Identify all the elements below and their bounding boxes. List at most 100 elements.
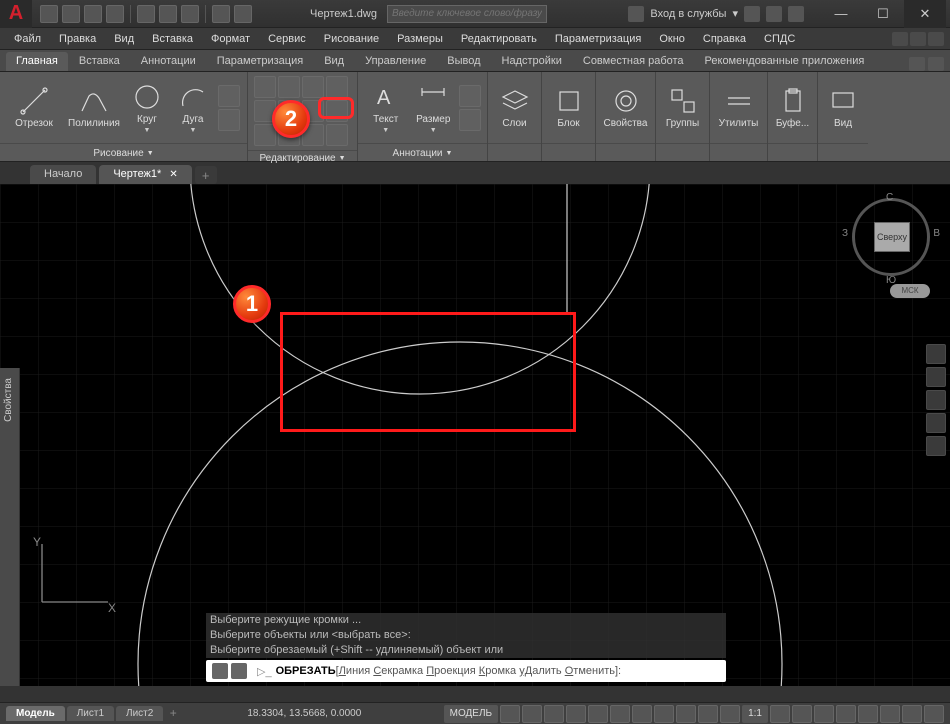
command-line[interactable]: ▷_ ОБРЕЗАТЬ [Линия Секрамка Проекция Кро… [206, 660, 726, 682]
viewcube-face[interactable]: Сверху [874, 222, 910, 252]
tab-featured-apps[interactable]: Рекомендованные приложения [695, 52, 875, 71]
sidebar-properties[interactable]: Свойства [0, 368, 20, 686]
menu-view[interactable]: Вид [106, 31, 142, 47]
ribbon-collapse-icon[interactable] [928, 57, 944, 71]
tool-dimension[interactable]: Размер ▼ [412, 82, 456, 134]
tab-annotate[interactable]: Аннотации [131, 52, 206, 71]
tab-insert[interactable]: Вставка [69, 52, 130, 71]
qat-saveas-icon[interactable] [106, 5, 124, 23]
close-button[interactable]: ✕ [904, 0, 946, 28]
status-cycling-icon[interactable] [698, 705, 718, 723]
status-isodraft-icon[interactable] [588, 705, 608, 723]
status-otrack-icon[interactable] [632, 705, 652, 723]
tool-rotate-icon[interactable] [278, 76, 300, 98]
app-store-icon[interactable] [766, 6, 782, 22]
doc-restore-button[interactable] [910, 32, 926, 46]
menu-file[interactable]: Файл [6, 31, 49, 47]
tool-rectangle-icon[interactable] [218, 85, 240, 107]
tool-line[interactable]: Отрезок [6, 86, 62, 129]
panel-draw-title[interactable]: Рисование▼ [0, 143, 247, 161]
tool-offset-icon[interactable] [326, 124, 348, 146]
cmd-config-icon[interactable] [231, 663, 247, 679]
status-scale[interactable]: 1:1 [742, 705, 768, 723]
status-units-icon[interactable] [792, 705, 812, 723]
tab-output[interactable]: Вывод [437, 52, 490, 71]
menu-spds[interactable]: СПДС [756, 31, 803, 47]
tool-erase-icon[interactable] [326, 76, 348, 98]
status-customize-icon[interactable] [924, 705, 944, 723]
qat-undo-icon[interactable] [159, 5, 177, 23]
status-quickprops-icon[interactable] [814, 705, 834, 723]
tool-hatch-icon[interactable] [218, 109, 240, 131]
menu-parametric[interactable]: Параметризация [547, 31, 649, 47]
login-link[interactable]: Вход в службы [650, 8, 726, 20]
user-icon[interactable] [628, 6, 644, 22]
doc-minimize-button[interactable] [892, 32, 908, 46]
layout-sheet2[interactable]: Лист2 [116, 706, 163, 721]
tool-arc[interactable]: Дуга ▼ [172, 82, 214, 134]
status-hardware-icon[interactable] [880, 705, 900, 723]
tab-manage[interactable]: Управление [355, 52, 436, 71]
ribbon-search-icon[interactable] [909, 57, 925, 71]
tool-clipboard[interactable]: Буфе... [774, 86, 811, 129]
status-transparency-icon[interactable] [676, 705, 696, 723]
doctab-add-button[interactable]: + [195, 166, 217, 184]
menu-draw[interactable]: Рисование [316, 31, 387, 47]
viewcube-west[interactable]: З [842, 228, 848, 239]
tool-move-icon[interactable] [254, 76, 276, 98]
status-model-button[interactable]: МОДЕЛЬ [444, 705, 498, 723]
layout-model[interactable]: Модель [6, 706, 65, 721]
qat-redo-icon[interactable] [181, 5, 199, 23]
cmd-close-icon[interactable] [212, 663, 228, 679]
qat-share-icon[interactable] [212, 5, 230, 23]
status-lineweight-icon[interactable] [654, 705, 674, 723]
tab-collaborate[interactable]: Совместная работа [573, 52, 694, 71]
status-clean-icon[interactable] [902, 705, 922, 723]
layout-sheet1[interactable]: Лист1 [67, 706, 114, 721]
nav-orbit-icon[interactable] [926, 413, 946, 433]
menu-window[interactable]: Окно [651, 31, 693, 47]
drawing-canvas[interactable]: Свойства Сверху С Ю В З МСК Y X Выберите… [0, 184, 950, 686]
tool-circle[interactable]: Круг ▼ [126, 82, 168, 134]
app-logo[interactable]: A [0, 0, 32, 28]
status-isolate-icon[interactable] [858, 705, 878, 723]
tool-properties[interactable]: Свойства [602, 86, 649, 129]
menu-modify[interactable]: Редактировать [453, 31, 545, 47]
menu-dimension[interactable]: Размеры [389, 31, 451, 47]
menu-format[interactable]: Формат [203, 31, 258, 47]
qat-save-icon[interactable] [84, 5, 102, 23]
qat-new-icon[interactable] [40, 5, 58, 23]
tool-leader-icon[interactable] [459, 85, 481, 107]
status-snap-icon[interactable] [522, 705, 542, 723]
panel-modify-title[interactable]: Редактирование▼ [248, 150, 357, 164]
doctab-start[interactable]: Начало [30, 165, 96, 184]
viewcube-wcs[interactable]: МСК [890, 284, 930, 298]
doctab-close-icon[interactable]: ✕ [169, 169, 177, 180]
status-ortho-icon[interactable] [544, 705, 564, 723]
maximize-button[interactable]: ☐ [862, 0, 904, 28]
status-grid-icon[interactable] [500, 705, 520, 723]
nav-zoom-icon[interactable] [926, 390, 946, 410]
tool-table-icon[interactable] [459, 109, 481, 131]
viewcube[interactable]: Сверху С Ю В З [846, 192, 936, 282]
menu-edit[interactable]: Правка [51, 31, 104, 47]
tool-trim-icon[interactable] [302, 76, 324, 98]
tab-view[interactable]: Вид [314, 52, 354, 71]
tool-stretch-icon[interactable] [254, 124, 276, 146]
nav-wheel-icon[interactable] [926, 344, 946, 364]
tool-layers[interactable]: Слои [494, 86, 535, 129]
status-gear-icon[interactable] [770, 705, 790, 723]
status-lock-icon[interactable] [836, 705, 856, 723]
qat-open-icon[interactable] [62, 5, 80, 23]
viewcube-north[interactable]: С [886, 192, 893, 203]
nav-showmotion-icon[interactable] [926, 436, 946, 456]
tool-utilities[interactable]: Утилиты [716, 86, 761, 129]
tab-home[interactable]: Главная [6, 52, 68, 71]
status-annoscale-icon[interactable] [720, 705, 740, 723]
tab-addins[interactable]: Надстройки [492, 52, 572, 71]
menu-insert[interactable]: Вставка [144, 31, 201, 47]
tool-groups[interactable]: Группы [662, 86, 703, 129]
qat-dropdown-icon[interactable] [234, 5, 252, 23]
doctab-drawing[interactable]: Чертеж1*✕ [99, 165, 191, 184]
help-icon[interactable] [788, 6, 804, 22]
